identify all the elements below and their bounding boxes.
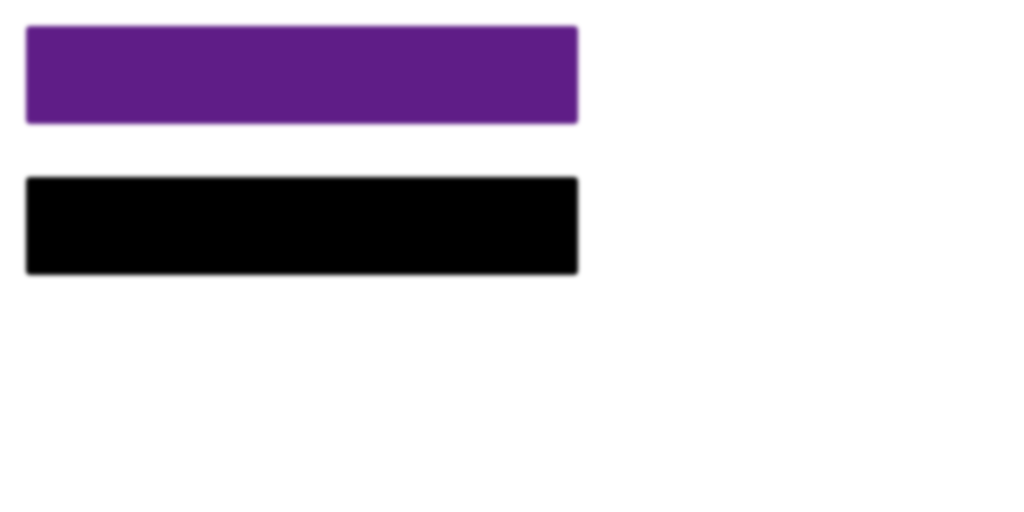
- canvas: [0, 0, 1024, 512]
- black-bar: [26, 177, 578, 275]
- purple-bar: [26, 26, 578, 124]
